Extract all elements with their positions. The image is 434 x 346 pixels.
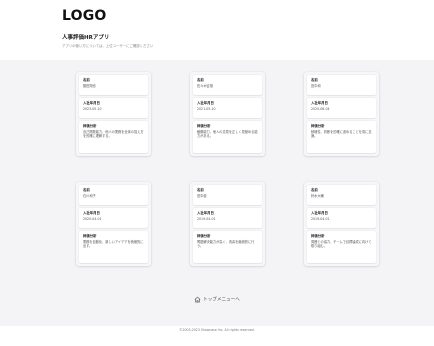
employee-card[interactable]: 名前 田中和 入社年月日 2020-08-04 評価分析 積極性、判断を的確に進… <box>304 72 379 156</box>
employee-card[interactable]: 名前 鈴木大輔 入社年月日 2019-04-01 評価分析 周囲との協力、チーム… <box>304 182 379 266</box>
hire-date-value: 2019-04-01 <box>311 217 330 221</box>
evaluation-value: 積極性、判断を的確に進めることを常に意識。 <box>311 130 372 139</box>
employee-card[interactable]: 名前 石川和子 入社年月日 2020-04-01 評価分析 業務を自動化、新しい… <box>76 182 151 266</box>
evaluation-field: 評価分析 観察能力、他人の意見を正しく見極める能力がある。 <box>193 121 262 153</box>
hire-date-value: 2020-08-04 <box>311 107 330 111</box>
evaluation-field: 評価分析 自己開発能力、他人の業務を全体の捉え方を的確に理解する。 <box>79 121 148 153</box>
name-value: 藤田翔也 <box>83 84 96 88</box>
evaluation-label: 評価分析 <box>197 234 211 238</box>
evaluation-field: 評価分析 問題解決能力が高く、改善を継続的に行う。 <box>193 231 262 263</box>
name-value: 田中和 <box>311 84 321 88</box>
hire-date-field: 入社年月日 2020-04-01 <box>79 208 148 228</box>
hire-date-field: 入社年月日 2021-05-10 <box>193 98 262 118</box>
employee-card[interactable]: 名前 佐々木征雄 入社年月日 2021-05-10 評価分析 観察能力、他人の意… <box>190 72 265 156</box>
name-field: 名前 藤田翔也 <box>79 75 148 95</box>
hire-date-field: 入社年月日 2020-08-04 <box>307 98 376 118</box>
name-label: 名前 <box>311 188 318 192</box>
name-field: 名前 鈴木大輔 <box>307 185 376 205</box>
home-icon <box>194 296 201 303</box>
top-menu-label: トップメニューへ <box>203 297 240 303</box>
evaluation-field: 評価分析 周囲との協力、チームで目標達成に向けて取り組む。 <box>307 231 376 263</box>
name-value: 田中健 <box>197 194 207 198</box>
evaluation-field: 評価分析 積極性、判断を的確に進めることを常に意識。 <box>307 121 376 153</box>
header: LOGO 人事評価HRアプリ アプリの使い方については、上位ユーザーにご確認くだ… <box>62 8 153 48</box>
name-value: 石川和子 <box>83 194 96 198</box>
hire-date-label: 入社年月日 <box>311 101 328 105</box>
hire-date-label: 入社年月日 <box>83 211 100 215</box>
hire-date-value: 2020-04-01 <box>83 217 102 221</box>
name-field: 名前 田中健 <box>193 185 262 205</box>
employee-card[interactable]: 名前 田中健 入社年月日 2019-04-01 評価分析 問題解決能力が高く、改… <box>190 182 265 266</box>
evaluation-label: 評価分析 <box>311 124 325 128</box>
evaluation-label: 評価分析 <box>83 234 97 238</box>
name-value: 鈴木大輔 <box>311 194 324 198</box>
page-subtitle: アプリの使い方については、上位ユーザーにご確認ください <box>62 44 154 48</box>
name-value: 佐々木征雄 <box>197 84 213 88</box>
hire-date-field: 入社年月日 2019-04-01 <box>193 208 262 228</box>
name-label: 名前 <box>83 78 90 82</box>
main-content: 名前 藤田翔也 入社年月日 2023-05-10 評価分析 自己開発能力、他人の… <box>0 60 434 326</box>
hire-date-label: 入社年月日 <box>83 101 100 105</box>
hire-date-field: 入社年月日 2023-05-10 <box>79 98 148 118</box>
name-field: 名前 田中和 <box>307 75 376 95</box>
name-field: 名前 佐々木征雄 <box>193 75 262 95</box>
hire-date-label: 入社年月日 <box>197 101 214 105</box>
footer-copyright: ©2005-2023 Showcase Inc. All rights rese… <box>179 328 255 332</box>
name-field: 名前 石川和子 <box>79 185 148 205</box>
logo[interactable]: LOGO <box>62 8 153 24</box>
name-label: 名前 <box>83 188 90 192</box>
evaluation-value: 問題解決能力が高く、改善を継続的に行う。 <box>197 240 255 249</box>
hire-date-value: 2023-05-10 <box>83 107 102 111</box>
evaluation-field: 評価分析 業務を自動化、新しいアイデアを積極的に出す。 <box>79 231 148 263</box>
name-label: 名前 <box>311 78 318 82</box>
evaluation-value: 業務を自動化、新しいアイデアを積極的に出す。 <box>83 240 144 249</box>
evaluation-value: 周囲との協力、チームで目標達成に向けて取り組む。 <box>311 240 372 249</box>
employee-card[interactable]: 名前 藤田翔也 入社年月日 2023-05-10 評価分析 自己開発能力、他人の… <box>76 72 151 156</box>
page-title: 人事評価HRアプリ <box>62 35 110 41</box>
hire-date-label: 入社年月日 <box>311 211 328 215</box>
evaluation-label: 評価分析 <box>197 124 211 128</box>
evaluation-value: 観察能力、他人の意見を正しく見極める能力がある。 <box>197 130 258 139</box>
hire-date-value: 2021-05-10 <box>197 107 216 111</box>
hire-date-label: 入社年月日 <box>197 211 214 215</box>
hire-date-value: 2019-04-01 <box>197 217 216 221</box>
hire-date-field: 入社年月日 2019-04-01 <box>307 208 376 228</box>
evaluation-value: 自己開発能力、他人の業務を全体の捉え方を的確に理解する。 <box>83 130 144 139</box>
top-menu-link[interactable]: トップメニューへ <box>0 296 434 303</box>
name-label: 名前 <box>197 78 204 82</box>
name-label: 名前 <box>197 188 204 192</box>
page: LOGO 人事評価HRアプリ アプリの使い方については、上位ユーザーにご確認くだ… <box>0 0 434 346</box>
evaluation-label: 評価分析 <box>83 124 97 128</box>
evaluation-label: 評価分析 <box>311 234 325 238</box>
